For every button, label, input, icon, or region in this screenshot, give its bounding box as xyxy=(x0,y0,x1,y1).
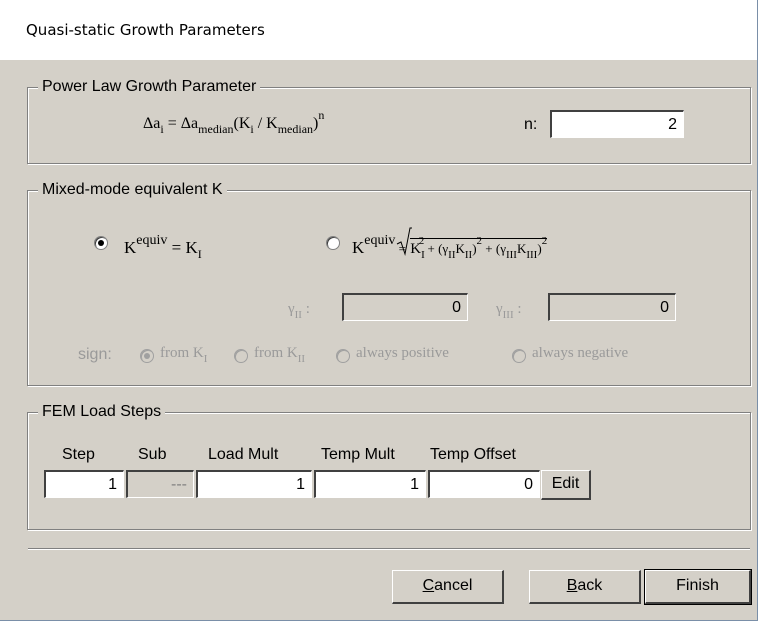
step-input[interactable]: 1 xyxy=(44,470,124,498)
n-input[interactable]: 2 xyxy=(550,110,684,138)
col-header-temp-offset: Temp Offset xyxy=(430,446,516,463)
fem-load-steps-group: FEM Load Steps Step Sub Load Mult Temp M… xyxy=(27,403,751,530)
sign-from-kii-label: from KII xyxy=(254,345,306,365)
fem-load-steps-legend: FEM Load Steps xyxy=(38,403,166,421)
back-button[interactable]: Back xyxy=(529,570,641,604)
sign-always-negative-radio[interactable] xyxy=(512,349,526,363)
col-header-sub: Sub xyxy=(138,446,167,463)
mixed-mode-group: Mixed-mode equivalent K Kequiv = KI Kequ… xyxy=(27,181,751,386)
power-law-group: Power Law Growth Parameter Δai = Δamedia… xyxy=(27,78,751,164)
sign-always-positive-radio[interactable] xyxy=(336,349,350,363)
equiv-sqrt-label: Kequiv = KI2 + (γIIKII)2 + (γIIIKIII)2 xyxy=(352,227,548,261)
dialog-window: Quasi-static Growth Parameters Power Law… xyxy=(0,0,758,621)
col-header-load-mult: Load Mult xyxy=(208,446,279,463)
edit-button[interactable]: Edit xyxy=(541,470,591,500)
gamma3-input[interactable]: 0 xyxy=(548,293,676,321)
equiv-ki-radio[interactable] xyxy=(94,236,108,250)
separator xyxy=(28,548,750,550)
cancel-button[interactable]: Cancel xyxy=(392,570,504,604)
sub-input: --- xyxy=(126,470,194,498)
sign-always-negative-label: always negative xyxy=(532,345,629,361)
sqrt-expression: KI2 + (γIIKII)2 + (γIIIKIII)2 xyxy=(397,227,548,261)
title-bar: Quasi-static Growth Parameters xyxy=(0,0,757,60)
temp-mult-input[interactable]: 1 xyxy=(314,470,426,498)
sign-from-ki-label: from KI xyxy=(160,345,208,365)
gamma2-label: γII : xyxy=(288,301,310,321)
col-header-temp-mult: Temp Mult xyxy=(321,446,395,463)
sign-from-ki-radio[interactable] xyxy=(140,349,154,363)
gamma2-input[interactable]: 0 xyxy=(342,293,468,321)
sign-label: sign: xyxy=(78,346,112,363)
radical-sign xyxy=(397,227,413,256)
col-header-step: Step xyxy=(62,446,95,463)
temp-offset-input[interactable]: 0 xyxy=(428,470,540,498)
gamma3-label: γIII : xyxy=(496,301,522,321)
sign-always-positive-label: always positive xyxy=(356,345,449,361)
window-title: Quasi-static Growth Parameters xyxy=(26,21,265,39)
power-law-legend: Power Law Growth Parameter xyxy=(38,78,261,96)
sign-from-kii-radio[interactable] xyxy=(234,349,248,363)
power-law-formula: Δai = Δamedian(Ki / Kmedian)n xyxy=(143,108,325,136)
mixed-mode-legend: Mixed-mode equivalent K xyxy=(38,181,227,199)
n-label: n: xyxy=(524,116,538,133)
load-mult-input[interactable]: 1 xyxy=(196,470,312,498)
finish-button[interactable]: Finish xyxy=(644,569,752,605)
equiv-sqrt-radio[interactable] xyxy=(326,236,340,250)
equiv-ki-label: Kequiv = KI xyxy=(124,233,202,261)
